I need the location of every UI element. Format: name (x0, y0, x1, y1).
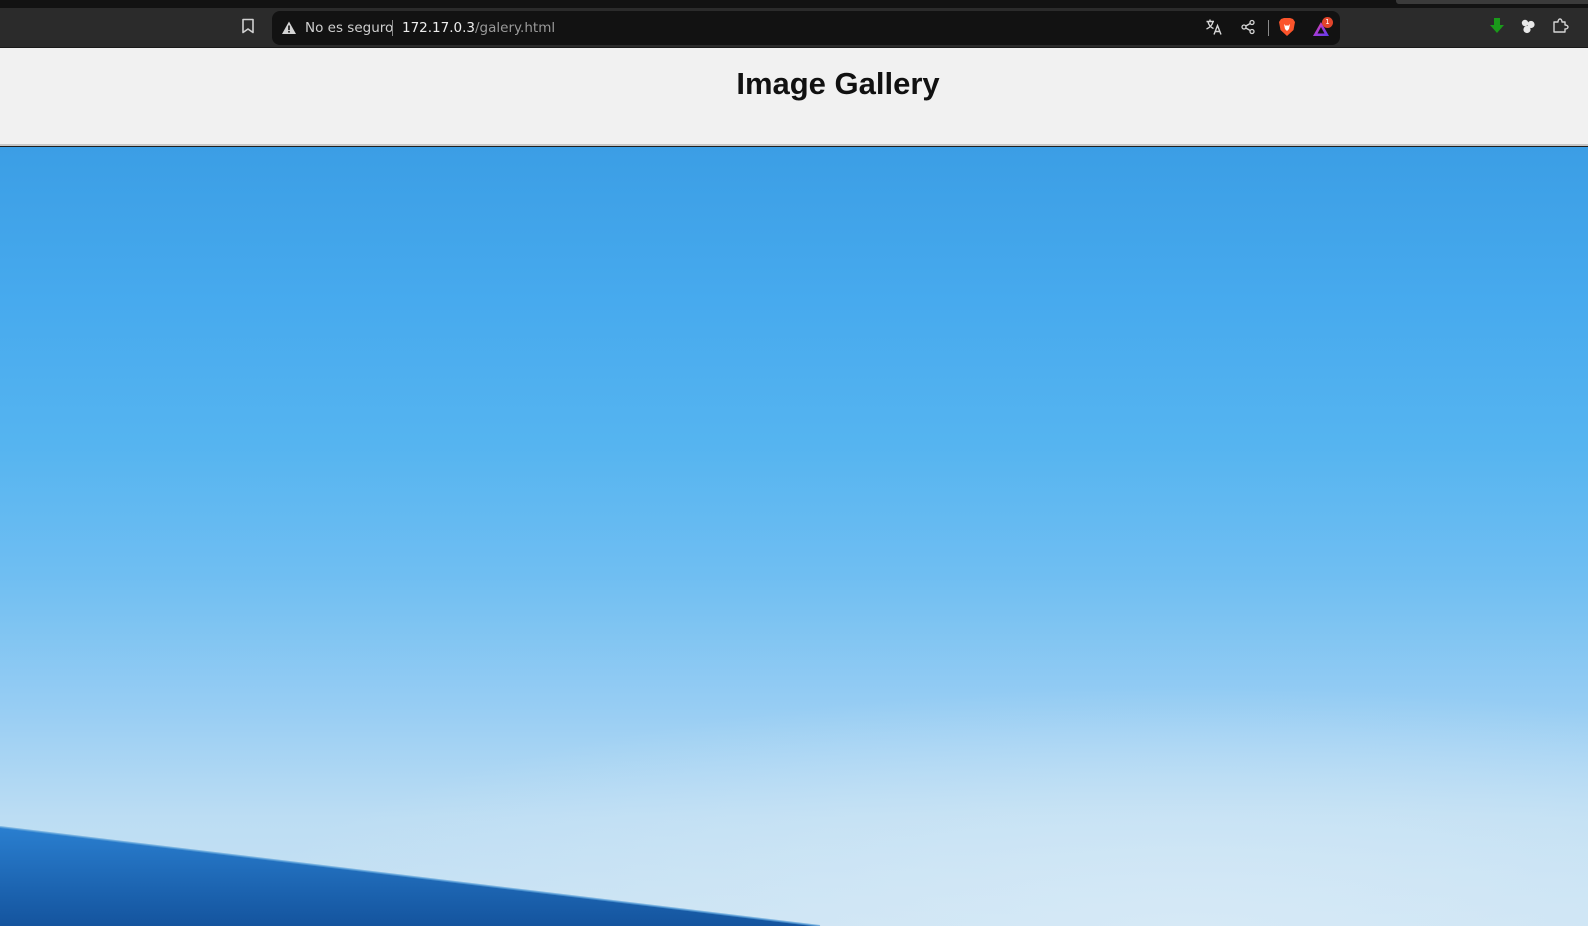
brave-rewards-triangle-icon: 1 (1312, 17, 1333, 38)
share-icon (1240, 19, 1256, 39)
url-host: 172.17.0.3 (402, 20, 475, 36)
omnibox-divider (392, 20, 393, 36)
security-indicator-label[interactable]: No es seguro (305, 11, 393, 45)
translate-icon (1205, 18, 1223, 40)
extension-button[interactable] (1516, 16, 1540, 40)
puzzle-extensions-icon (1551, 17, 1569, 39)
bookmark-icon (241, 18, 255, 38)
gallery-image[interactable] (0, 147, 1588, 926)
download-button[interactable] (1485, 16, 1509, 40)
translate-button[interactable] (1203, 18, 1225, 40)
url-path: /galery.html (475, 20, 556, 36)
extension-cluster-icon (1519, 17, 1537, 39)
page-title: Image Gallery (736, 66, 940, 101)
extensions-menu-button[interactable] (1548, 16, 1572, 40)
page-header: Image Gallery (0, 48, 1588, 146)
share-button[interactable] (1237, 18, 1259, 40)
warning-triangle-icon[interactable] (281, 20, 297, 36)
rewards-badge: 1 (1322, 17, 1333, 28)
brave-shields-button[interactable] (1276, 18, 1298, 40)
omnibox-actions-divider (1268, 20, 1269, 36)
browser-toolbar: No es seguro 172.17.0.3/galery.html 1 (0, 8, 1588, 48)
tab-strip (0, 0, 1588, 8)
brave-lion-icon (1278, 17, 1296, 41)
sky-ocean-photo (0, 527, 1588, 926)
bookmark-button[interactable] (236, 16, 260, 40)
address-bar[interactable]: No es seguro 172.17.0.3/galery.html 1 (272, 11, 1340, 45)
url-text[interactable]: 172.17.0.3/galery.html (402, 11, 555, 45)
download-arrow-icon (1489, 17, 1505, 39)
active-tab-edge[interactable] (1396, 0, 1588, 4)
brave-rewards-button[interactable]: 1 (1310, 17, 1333, 40)
